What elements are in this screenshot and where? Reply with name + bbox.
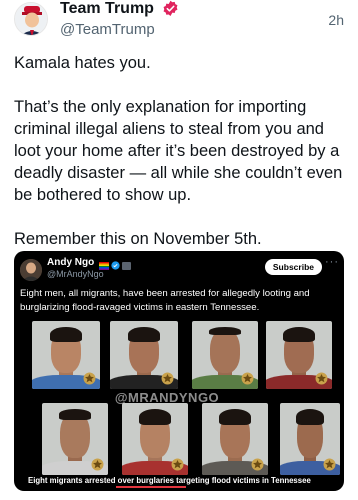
quote-handle: @MrAndyNgo: [47, 269, 104, 279]
quote-text: Eight men, all migrants, have been arres…: [20, 288, 310, 313]
tweet-paragraph: Remember this on November 5th.: [14, 230, 262, 248]
andy-ngo-avatar: [20, 259, 42, 281]
sheriff-star-icon: [241, 372, 254, 385]
affiliate-badge-icon: [122, 257, 131, 275]
team-trump-avatar[interactable]: [14, 2, 48, 36]
tweet-header: Team Trump @TeamTrump 2h: [0, 0, 358, 46]
verified-blue-icon: [111, 257, 120, 275]
tweet-paragraph: Kamala hates you.: [14, 54, 151, 72]
handle[interactable]: @TeamTrump: [60, 21, 155, 38]
mugshot-photo: [192, 321, 258, 389]
quote-display-name: Andy Ngo: [47, 257, 95, 268]
mugshot-photo: [42, 403, 108, 475]
mugshot-photo: [122, 403, 188, 475]
sheriff-star-icon: [315, 372, 328, 385]
verified-badge-icon: [162, 0, 179, 17]
sheriff-star-icon: [161, 372, 174, 385]
quoted-tweet-image[interactable]: Andy Ngo @MrAndyNgo Subscribe ··· Eight …: [14, 251, 344, 491]
mugshot-photo: [266, 321, 332, 389]
tweet-paragraph: That’s the only explanation for importin…: [14, 98, 347, 204]
subscribe-button[interactable]: Subscribe: [264, 259, 322, 275]
more-options-icon[interactable]: ···: [325, 256, 339, 268]
sheriff-star-icon: [251, 458, 264, 471]
mugshot-photo: [110, 321, 178, 389]
watermark: @MRANDYNGO: [114, 390, 220, 405]
sheriff-star-icon: [91, 458, 104, 471]
quote-badges: [99, 257, 131, 275]
image-caption: Eight migrants arrested over burglaries …: [28, 476, 311, 485]
sheriff-star-icon: [83, 372, 96, 385]
display-name[interactable]: Team Trump: [60, 0, 154, 18]
sheriff-star-icon: [171, 458, 184, 471]
sheriff-star-icon: [323, 458, 336, 471]
mugshot-photo: [280, 403, 340, 475]
mugshot-photo: [32, 321, 100, 389]
caption-underline: [116, 486, 186, 488]
tweet-body: Kamala hates you. That’s the only explan…: [14, 52, 349, 272]
mugshot-photo: [202, 403, 268, 475]
timestamp[interactable]: 2h: [328, 12, 344, 28]
